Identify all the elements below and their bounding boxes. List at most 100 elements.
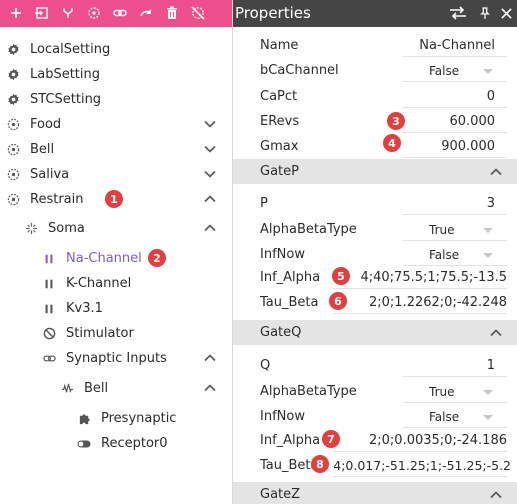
target-icon: [6, 118, 20, 132]
tree-item-bell[interactable]: Bell: [6, 137, 54, 162]
target-icon: [6, 193, 20, 207]
prop-name: InfNow: [260, 247, 305, 262]
prop-name: AlphaBetaType: [260, 222, 357, 237]
section-gatep[interactable]: GateP: [233, 159, 517, 184]
caret-down-icon[interactable]: [483, 415, 493, 420]
prop-select-value[interactable]: True: [429, 385, 455, 399]
tree-item-label: Restrain: [30, 192, 84, 207]
prop-name: P: [260, 196, 268, 211]
link-icon: [42, 352, 56, 366]
prop-row-tau-beta: Tau_Beta 8 4;0.017;-51.25;1;-51.25;-5.2: [233, 453, 517, 478]
chevron-up-icon[interactable]: [203, 351, 217, 365]
close-icon[interactable]: [499, 5, 513, 21]
prop-row-q: Q 1: [233, 353, 517, 378]
prop-name: Gmax: [260, 139, 299, 154]
prop-value[interactable]: 2;0;0.0035;0;-24.186: [369, 433, 507, 448]
swap-arrows-icon[interactable]: [447, 5, 469, 21]
annotation-badge-1: 1: [105, 190, 123, 208]
tree-item-soma[interactable]: Soma: [24, 216, 85, 241]
link-icon[interactable]: [111, 4, 129, 22]
block-icon: [42, 327, 56, 341]
target-icon[interactable]: [85, 4, 103, 22]
field-underline: [333, 451, 507, 452]
tree-item-bell-child[interactable]: Bell: [60, 376, 108, 401]
section-gatez[interactable]: GateZ: [233, 482, 517, 504]
annotation-badge-5: 5: [332, 267, 350, 285]
prop-row-name: Name Na-Channel: [233, 33, 517, 58]
caret-down-icon[interactable]: [483, 253, 493, 258]
prop-name: Tau_Beta: [260, 295, 319, 310]
field-underline: [333, 476, 507, 477]
annotation-badge-7: 7: [322, 430, 340, 448]
tree-item-receptor0[interactable]: Receptor0: [77, 431, 168, 456]
tree-item-synaptic-inputs[interactable]: Synaptic Inputs: [42, 346, 167, 371]
prop-row-inf-alpha: Inf_Alpha 7 2;0;0.0035;0;-24.186: [233, 428, 517, 453]
tree-item-kv31[interactable]: Kv3.1: [42, 296, 103, 321]
prop-value[interactable]: 2;0;1.2262;0;-42.248: [369, 295, 507, 310]
prop-select-value[interactable]: True: [429, 223, 455, 237]
prop-row-infnow: InfNow False: [233, 242, 517, 267]
tree-item-k-channel[interactable]: K-Channel: [42, 271, 131, 296]
chevron-down-icon[interactable]: [203, 167, 217, 181]
prop-select-value[interactable]: False: [429, 64, 459, 78]
annotation-badge-4: 4: [383, 134, 401, 152]
caret-down-icon[interactable]: [483, 228, 493, 233]
no-target-icon[interactable]: [189, 4, 207, 22]
chevron-up-icon[interactable]: [203, 192, 217, 206]
prop-name: CaPct: [260, 89, 298, 104]
sparkle-icon: [24, 222, 38, 236]
plus-icon[interactable]: [7, 4, 25, 22]
gear-icon: [6, 93, 20, 107]
tree-item-stc-setting[interactable]: STCSetting: [6, 87, 101, 112]
trash-icon[interactable]: [163, 4, 181, 22]
tree-item-label: K-Channel: [66, 276, 132, 291]
tree-toolbar: [0, 0, 232, 27]
chevron-up-icon[interactable]: [489, 165, 503, 179]
prop-value[interactable]: 900.000: [441, 139, 495, 154]
prop-select-value[interactable]: False: [429, 410, 459, 424]
section-title: GateQ: [260, 325, 302, 340]
fork-icon[interactable]: [59, 4, 77, 22]
tree-item-food[interactable]: Food: [6, 112, 61, 137]
redo-icon[interactable]: [137, 4, 155, 22]
target-icon: [6, 143, 20, 157]
prop-value[interactable]: 3: [487, 196, 495, 211]
prop-value[interactable]: 60.000: [450, 114, 496, 129]
prop-value[interactable]: 1: [487, 358, 495, 373]
tree-item-stimulator[interactable]: Stimulator: [42, 321, 134, 346]
import-icon[interactable]: [33, 4, 51, 22]
annotation-badge-3: 3: [387, 112, 405, 130]
tree-item-presynaptic[interactable]: Presynaptic: [77, 406, 176, 431]
field-underline: [403, 402, 507, 403]
prop-value[interactable]: 4;0.017;-51.25;1;-51.25;-5.2: [333, 458, 511, 473]
prop-value[interactable]: Na-Channel: [419, 38, 495, 53]
waveform-icon: [60, 382, 74, 396]
prop-select-value[interactable]: False: [429, 248, 459, 262]
chevron-up-icon[interactable]: [489, 488, 503, 502]
tree-pane: LocalSetting LabSetting STCSetting Food …: [0, 0, 232, 504]
tree-item-restrain[interactable]: Restrain: [6, 187, 83, 212]
caret-down-icon[interactable]: [483, 390, 493, 395]
chevron-up-icon[interactable]: [489, 326, 503, 340]
tree-item-label: Synaptic Inputs: [66, 351, 167, 366]
tree-item-label: Na-Channel: [66, 251, 142, 266]
pin-icon[interactable]: [479, 5, 491, 21]
tree-item-na-channel[interactable]: Na-Channel: [42, 246, 142, 271]
chevron-down-icon[interactable]: [203, 142, 217, 156]
prop-row-p: P 3: [233, 191, 517, 216]
prop-name: Name: [260, 38, 299, 53]
tree-item-saliva[interactable]: Saliva: [6, 162, 69, 187]
prop-value[interactable]: 0: [487, 89, 495, 104]
caret-down-icon[interactable]: [483, 69, 493, 74]
chevron-up-icon[interactable]: [203, 381, 217, 395]
tree-item-label: LabSetting: [30, 67, 101, 82]
section-gateq[interactable]: GateQ: [233, 320, 517, 345]
prop-value[interactable]: 4;40;75.5;1;75.5;-13.5: [360, 270, 507, 285]
prop-name: ERevs: [260, 114, 300, 129]
tree-item-label: Saliva: [30, 167, 70, 182]
chevron-up-icon[interactable]: [203, 221, 217, 235]
chevron-down-icon[interactable]: [203, 117, 217, 131]
tree-item-local-setting[interactable]: LocalSetting: [6, 37, 110, 62]
tree-item-lab-setting[interactable]: LabSetting: [6, 62, 100, 87]
field-underline: [403, 157, 507, 158]
